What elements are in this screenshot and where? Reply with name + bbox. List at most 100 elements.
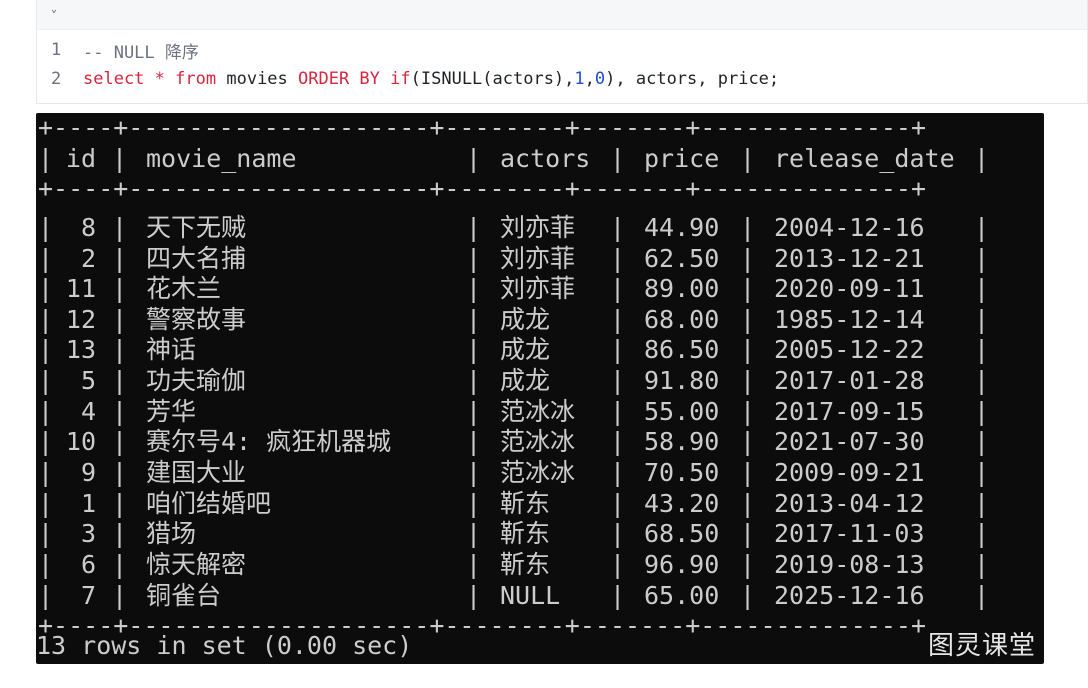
table-cell: 13 bbox=[65, 335, 96, 365]
table-cell: 2017-01-28 bbox=[774, 366, 925, 396]
sql-token: ORDER BY bbox=[298, 69, 380, 89]
watermark-logo: 图灵课堂 bbox=[927, 631, 1036, 661]
table-cell: 68.50 bbox=[644, 519, 720, 549]
sql-token: 1 bbox=[574, 69, 585, 89]
table-cell: 86.50 bbox=[644, 335, 720, 365]
table-cell: 刘亦菲 bbox=[500, 274, 576, 304]
table-cell: 96.90 bbox=[644, 549, 720, 579]
sql-token: 0 bbox=[594, 69, 606, 89]
sql-token: , bbox=[584, 69, 595, 89]
table-cell: 43.20 bbox=[644, 488, 720, 518]
table-cell: 建国大业 bbox=[146, 458, 247, 488]
table-row: | 5 | 功夫瑜伽 | 成龙 | 91.80 | 2017-01-28 | bbox=[38, 366, 990, 396]
table-cell: 3 bbox=[80, 519, 96, 549]
table-cell: 靳东 bbox=[500, 549, 551, 579]
table-cell: 2017-11-03 bbox=[774, 519, 925, 549]
table-row: | 1 | 咱们结婚吧 | 靳东 | 43.20 | 2013-04-12 | bbox=[38, 488, 990, 518]
table-cell: 2013-04-12 bbox=[774, 488, 925, 518]
table-cell: 2013-12-21 bbox=[774, 243, 925, 273]
table-cell: 神话 bbox=[146, 335, 197, 365]
table-cell: 8 bbox=[80, 212, 96, 242]
table-cell: 成龙 bbox=[500, 304, 551, 334]
table-cell: 65.00 bbox=[644, 580, 720, 610]
result-table: +----+--------------------+--------+----… bbox=[38, 113, 990, 642]
table-cell: 芳华 bbox=[146, 396, 197, 426]
table-cell: 7 bbox=[80, 580, 96, 610]
table-cell: 2019-08-13 bbox=[774, 549, 925, 579]
code-editor[interactable]: ⌄ 1 -- NULL 降序 2 select * from movies OR… bbox=[36, 0, 1088, 104]
table-cell: 范冰冰 bbox=[500, 458, 576, 488]
table-cell: 12 bbox=[65, 304, 96, 334]
table-cell: 91.80 bbox=[644, 366, 720, 396]
table-cell: 5 bbox=[80, 366, 96, 396]
table-cell: 2020-09-11 bbox=[774, 274, 925, 304]
table-cell: NULL bbox=[500, 580, 561, 610]
table-row: | 4 | 芳华 | 范冰冰 | 55.00 | 2017-09-15 | bbox=[38, 396, 990, 426]
table-cell: 4 bbox=[80, 396, 96, 426]
table-cell: 11 bbox=[65, 274, 96, 304]
table-cell: 68.00 bbox=[644, 304, 720, 334]
table-cell: 2005-12-22 bbox=[774, 335, 925, 365]
table-cell: 89.00 bbox=[644, 274, 720, 304]
line-number: 1 bbox=[51, 40, 62, 60]
sql-token: (ISNULL(actors), bbox=[410, 69, 575, 89]
column-header: price bbox=[644, 143, 720, 173]
table-cell: 刘亦菲 bbox=[500, 212, 576, 242]
column-header: movie_name bbox=[146, 143, 297, 173]
terminal-window: +----+--------------------+--------+----… bbox=[36, 113, 1044, 664]
table-cell: 成龙 bbox=[500, 335, 551, 365]
table-border: +----+--------------------+--------+----… bbox=[38, 174, 927, 204]
table-cell: 55.00 bbox=[644, 396, 720, 426]
table-cell: 70.50 bbox=[644, 458, 720, 488]
column-header: actors bbox=[500, 143, 591, 173]
code-line-1: 1 -- NULL 降序 bbox=[37, 37, 199, 63]
table-row: | 11 | 花木兰 | 刘亦菲 | 89.00 | 2020-09-11 | bbox=[38, 274, 990, 304]
table-row: | 9 | 建国大业 | 范冰冰 | 70.50 | 2009-09-21 | bbox=[38, 458, 990, 488]
table-row: | 2 | 四大名捕 | 刘亦菲 | 62.50 | 2013-12-21 | bbox=[38, 243, 990, 273]
table-cell: 惊天解密 bbox=[146, 549, 247, 579]
sql-statement: select * from movies ORDER BY if(ISNULL(… bbox=[83, 69, 779, 89]
table-cell: 62.50 bbox=[644, 243, 720, 273]
column-header: id bbox=[65, 143, 96, 173]
line-number: 2 bbox=[51, 69, 62, 89]
editor-toolbar: ⌄ bbox=[37, 0, 1087, 30]
table-cell: 2025-12-16 bbox=[774, 580, 925, 610]
table-cell: 44.90 bbox=[644, 212, 720, 242]
table-cell: 猎场 bbox=[146, 519, 197, 549]
table-cell: 58.90 bbox=[644, 427, 720, 457]
table-cell: 2009-09-21 bbox=[774, 458, 925, 488]
table-header: | id | movie_name | actors | price | release_date… bbox=[38, 143, 990, 173]
table-row: | 13 | 神话 | 成龙 | 86.50 | 2005-12-22 | bbox=[38, 335, 990, 365]
table-cell: 铜雀台 bbox=[146, 580, 222, 610]
column-header: release_date bbox=[774, 143, 955, 173]
chevron-down-icon[interactable]: ⌄ bbox=[47, 3, 61, 17]
table-cell: 刘亦菲 bbox=[500, 243, 576, 273]
table-border: +----+--------------------+--------+----… bbox=[38, 113, 927, 142]
table-cell: 2 bbox=[80, 243, 96, 273]
table-cell: 10 bbox=[65, 427, 96, 457]
sql-token: ), actors, price; bbox=[605, 69, 780, 89]
sql-token: if bbox=[390, 69, 411, 89]
table-cell: 功夫瑜伽 bbox=[146, 366, 247, 396]
table-row: | 3 | 猎场 | 靳东 | 68.50 | 2017-11-03 | bbox=[38, 519, 990, 549]
table-cell: 9 bbox=[80, 458, 96, 488]
code-line-2: 2 select * from movies ORDER BY if(ISNUL… bbox=[37, 66, 779, 92]
table-cell: 赛尔号4: 疯狂机器城 bbox=[146, 427, 392, 457]
sql-token: select bbox=[83, 69, 145, 89]
table-cell: 2017-09-15 bbox=[774, 396, 925, 426]
table-cell: 成龙 bbox=[500, 366, 551, 396]
table-row: | 8 | 天下无贼 | 刘亦菲 | 44.90 | 2004-12-16 | bbox=[38, 212, 990, 242]
sql-token: from bbox=[175, 69, 217, 89]
table-cell: 范冰冰 bbox=[500, 427, 576, 457]
table-cell: 咱们结婚吧 bbox=[146, 488, 272, 518]
sql-comment: -- NULL 降序 bbox=[83, 42, 199, 63]
table-cell: 靳东 bbox=[500, 519, 551, 549]
sql-token: movies bbox=[216, 69, 299, 89]
table-cell: 花木兰 bbox=[146, 274, 222, 304]
table-cell: 范冰冰 bbox=[500, 396, 576, 426]
table-cell: 2004-12-16 bbox=[774, 212, 925, 242]
table-row: | 7 | 铜雀台 | NULL | 65.00 | 2025-12-16 | bbox=[38, 580, 990, 610]
